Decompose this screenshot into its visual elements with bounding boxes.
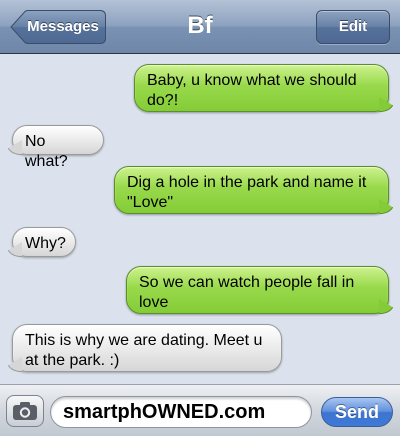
message-bubble-sent: Dig a hole in the park and name it "Love… [114,166,389,214]
message-bubble-sent: Baby, u know what we should do?! [134,64,389,112]
message-text-field[interactable]: smartphOWNED.com [50,396,312,428]
message-bubble-received: No what? [12,125,104,170]
conversation-thread: Baby, u know what we should do?! No what… [0,54,400,384]
camera-icon [13,402,37,420]
navigation-bar: Messages Bf Edit [0,0,400,54]
message-input-bar: smartphOWNED.com Send [0,384,400,436]
edit-button[interactable]: Edit [316,10,390,44]
message-bubble-received: Why? [12,227,76,257]
message-bubble-sent: So we can watch people fall in love [126,266,389,314]
message-bubble-received: This is why we are dating. Meet u at the… [12,324,282,372]
send-button[interactable]: Send [321,397,393,427]
camera-button[interactable] [6,395,44,427]
